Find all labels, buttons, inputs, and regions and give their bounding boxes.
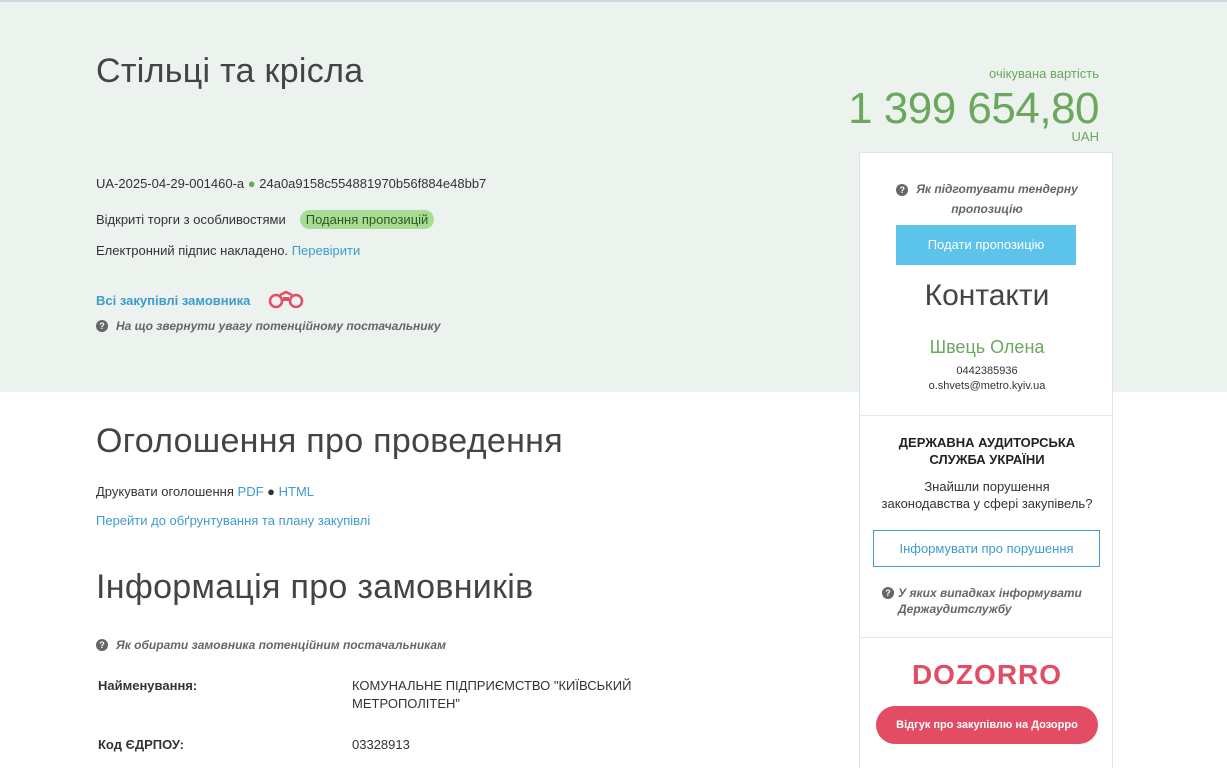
- audit-question-line1: Знайшли порушення: [924, 479, 1050, 494]
- contact-name: Швець Олена: [929, 337, 1045, 357]
- print-pdf-link[interactable]: PDF: [238, 484, 264, 499]
- supplier-hint-text: На що звернути увагу потенційному постач…: [116, 319, 441, 333]
- supplier-hint[interactable]: ? На що звернути увагу потенційному пост…: [96, 319, 441, 333]
- binoculars-icon[interactable]: [266, 289, 306, 312]
- question-icon: ?: [896, 184, 909, 196]
- audit-title-line2: СЛУЖБА УКРАЇНИ: [929, 452, 1045, 467]
- print-label: Друкувати оголошення: [96, 484, 234, 499]
- currency-label: UAH: [1071, 129, 1099, 144]
- audit-title-line1: ДЕРЖАВНА АУДИТОРСЬКА: [898, 435, 1076, 450]
- audit-question: Знайшли порушення законодавства у сфері …: [860, 478, 1114, 512]
- page-title: Стільці та крісла: [96, 52, 364, 90]
- expected-value: 1 399 654,80: [848, 84, 1099, 133]
- customer-hint-text: Як обирати замовника потенційним постача…: [116, 638, 446, 652]
- signature-text: Електронний підпис накладено.: [96, 243, 289, 258]
- sidebar: ? Як підготувати тендерну пропозицію Пода…: [859, 152, 1113, 768]
- question-icon: ?: [96, 639, 108, 651]
- customer-name-value: КОМУНАЛЬНЕ ПІДПРИЄМСТВО "КИЇВСЬКИЙ МЕТРО…: [352, 678, 632, 711]
- customer-heading: Інформація про замовників: [96, 568, 534, 606]
- audit-hint-text: У яких випадках інформувати Держаудитслу…: [898, 586, 1082, 616]
- audit-question-line2: законодавства у сфері закупівель?: [881, 496, 1093, 511]
- customer-code-label: Код ЄДРПОУ:: [98, 737, 184, 752]
- audit-hint[interactable]: ? У яких випадках інформувати Держаудитс…: [882, 585, 1102, 617]
- prepare-hint-line2: пропозицію: [951, 202, 1023, 216]
- separator-dot: ●: [267, 484, 276, 499]
- tender-hash: 24a0a9158c554881970b56f884e48bb7: [259, 176, 487, 191]
- dozorro-logo: DOZORRO: [911, 659, 1063, 690]
- customer-code-value: 03328913: [352, 737, 410, 752]
- check-signature-link[interactable]: Перевірити: [292, 243, 361, 258]
- contact-phone: 0442385936: [956, 365, 1018, 377]
- procedure-line: Відкриті торги з особливостями Подання п…: [96, 210, 435, 229]
- expected-value-label: очікувана вартість: [989, 66, 1099, 81]
- contact-email: o.shvets@metro.kyiv.ua: [928, 380, 1046, 392]
- tender-id: UA-2025-04-29-001460-a: [96, 176, 245, 191]
- print-announcement-line: Друкувати оголошення PDF ● HTML: [96, 484, 314, 499]
- announcement-heading: Оголошення про проведення: [96, 422, 563, 460]
- customer-hint[interactable]: ? Як обирати замовника потенційним поста…: [96, 638, 446, 652]
- all-purchases-row: Всі закупівлі замовника: [96, 289, 306, 312]
- inform-violation-button[interactable]: Інформувати про порушення: [873, 530, 1100, 567]
- dozorro-feedback-button[interactable]: Відгук про закупівлю на Дозорро: [876, 706, 1098, 744]
- prepare-hint-line1: Як підготувати тендерну: [916, 182, 1078, 196]
- question-icon: ?: [882, 587, 894, 599]
- plan-link[interactable]: Перейти до обґрунтування та плану закупі…: [96, 513, 370, 528]
- sidebar-divider: [860, 415, 1112, 416]
- all-purchases-link[interactable]: Всі закупівлі замовника: [96, 293, 250, 308]
- print-html-link[interactable]: HTML: [279, 484, 314, 499]
- sidebar-divider: [860, 637, 1112, 638]
- separator-dot: ●: [247, 176, 256, 191]
- customer-name-label: Найменування:: [98, 678, 198, 693]
- question-icon: ?: [96, 320, 108, 332]
- procedure-type: Відкриті торги з особливостями: [96, 212, 286, 227]
- audit-service-title: ДЕРЖАВНА АУДИТОРСЬКА СЛУЖБА УКРАЇНИ: [860, 434, 1114, 468]
- prepare-hint[interactable]: ? Як підготувати тендерну пропозицію: [860, 179, 1114, 219]
- tender-id-line: UA-2025-04-29-001460-a ● 24a0a9158c55488…: [96, 176, 486, 191]
- submit-proposal-button[interactable]: Подати пропозицію: [896, 225, 1076, 265]
- signature-line: Електронний підпис накладено. Перевірити: [96, 243, 360, 258]
- status-badge: Подання пропозицій: [299, 210, 435, 229]
- contacts-title: Контакти: [924, 279, 1050, 312]
